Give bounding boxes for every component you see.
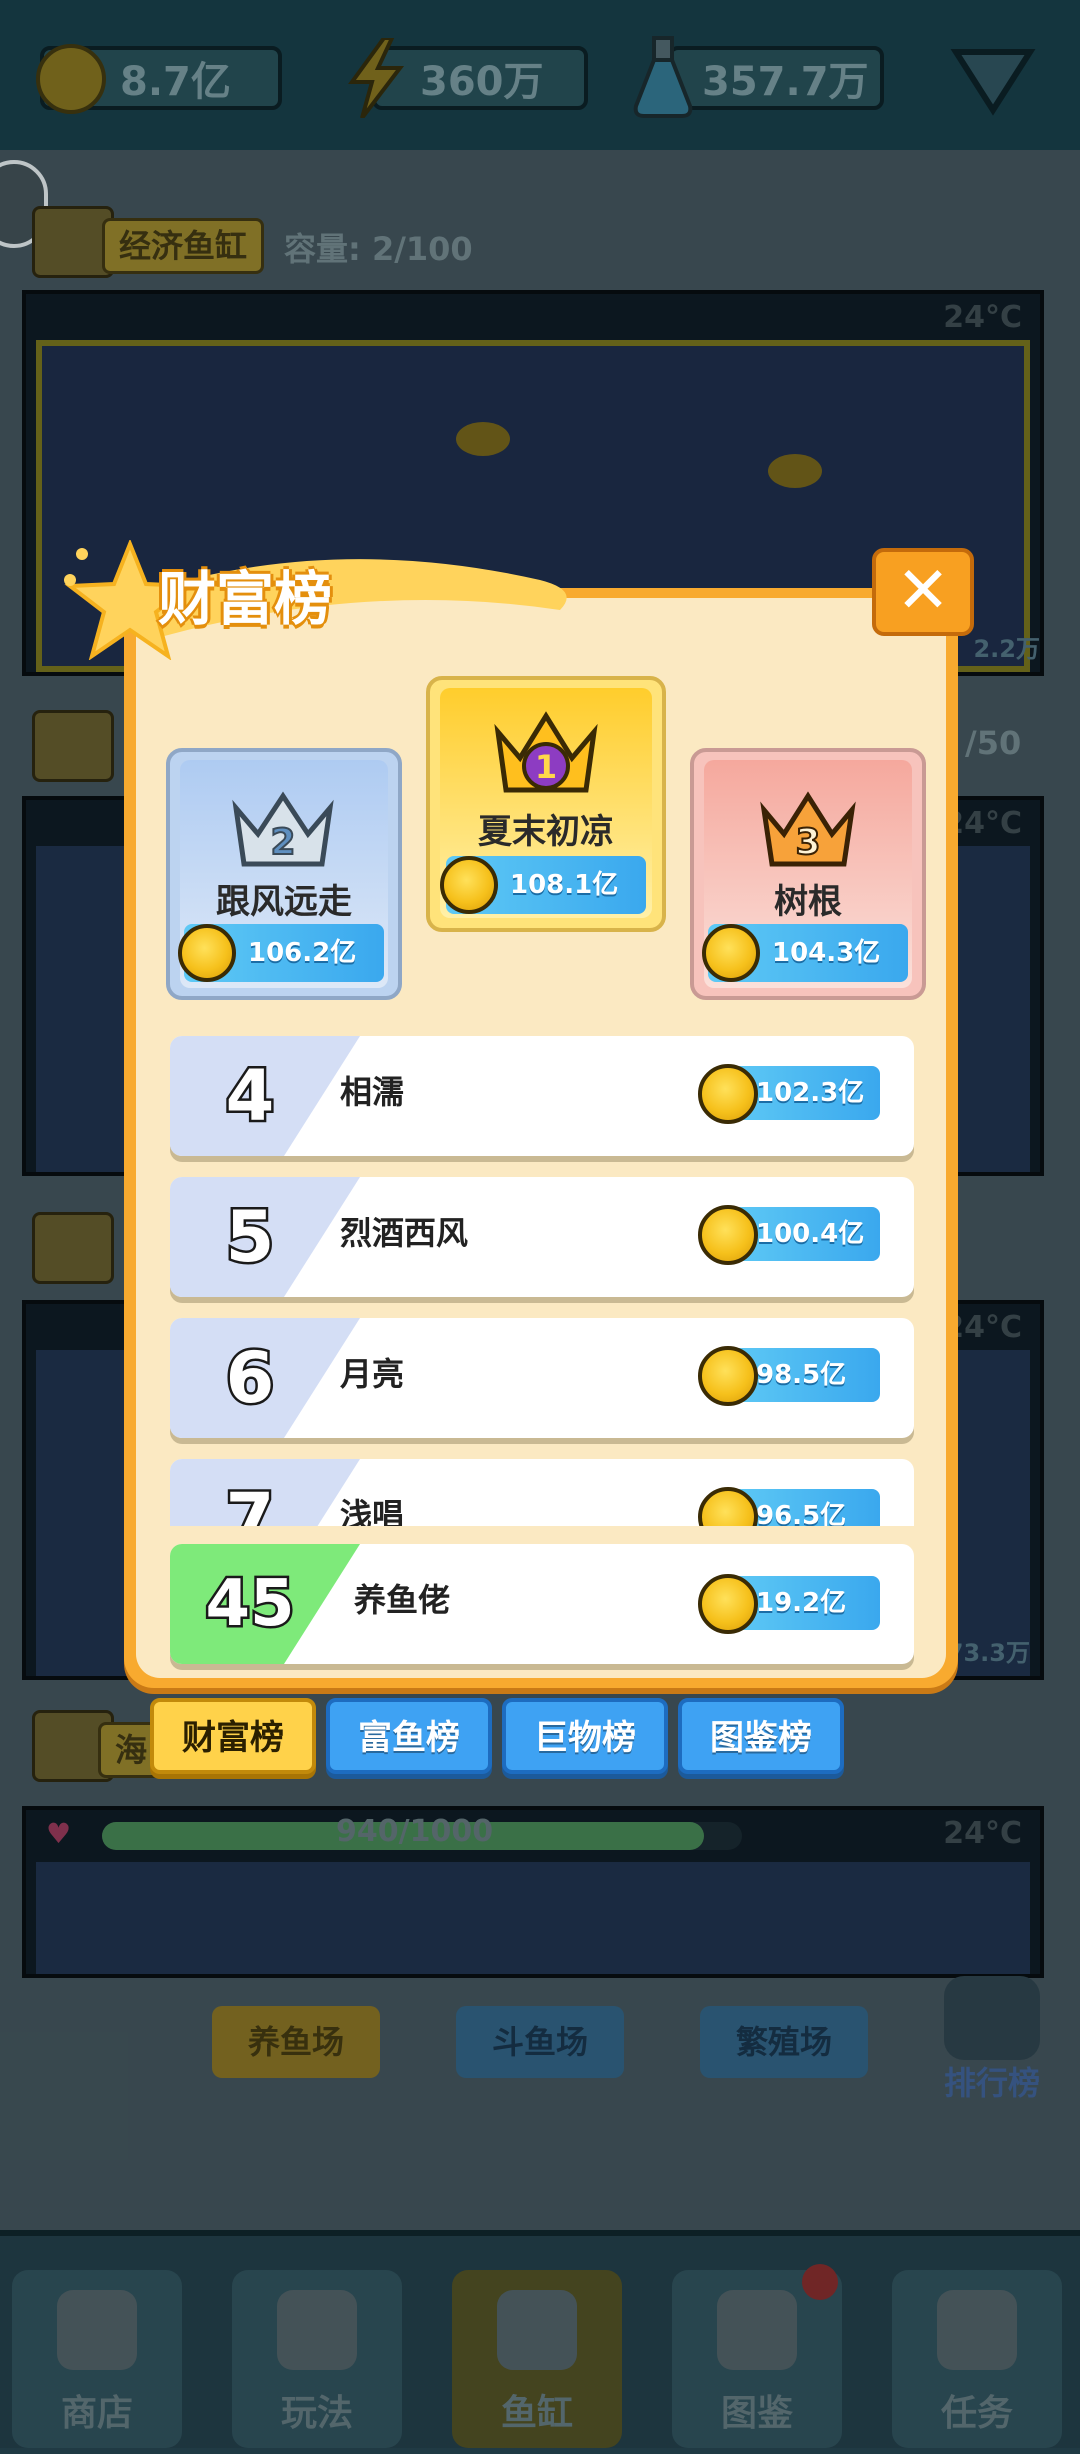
silver-crown-icon: 2: [232, 791, 334, 867]
coin-icon: [702, 924, 760, 982]
podium-rank-3[interactable]: 3 树根 104.3亿: [690, 748, 926, 1000]
rank-number: 45: [203, 1565, 297, 1644]
player-value: 96.5亿: [756, 1501, 847, 1526]
podium-value: 108.1亿: [510, 870, 619, 900]
rank-number: 7: [223, 1476, 277, 1527]
podium-name: 树根: [774, 882, 842, 922]
coin-icon: [698, 1574, 758, 1634]
podium-value: 104.3亿: [772, 938, 881, 968]
coin-icon: [698, 1205, 758, 1265]
player-value: 19.2亿: [756, 1588, 847, 1618]
player-name: 相濡: [340, 1073, 405, 1111]
player-name: 烈酒西风: [340, 1214, 469, 1252]
list-item[interactable]: 4 相濡 102.3亿: [170, 1036, 914, 1156]
tab-wealth[interactable]: 财富榜: [150, 1698, 316, 1774]
player-name: 月亮: [340, 1355, 405, 1393]
podium-rank-2[interactable]: 2 跟风远走 106.2亿: [166, 748, 402, 1000]
close-button[interactable]: ✕: [872, 548, 974, 636]
coin-icon: [178, 924, 236, 982]
gold-crown-icon: 1: [494, 711, 598, 793]
tab-rich-fish[interactable]: 富鱼榜: [326, 1698, 492, 1774]
podium-value-bar: 106.2亿: [178, 924, 384, 982]
player-value: 102.3亿: [756, 1078, 865, 1108]
list-item[interactable]: 6 月亮 98.5亿: [170, 1318, 914, 1438]
svg-text:2: 2: [270, 822, 295, 863]
player-value: 100.4亿: [756, 1219, 865, 1249]
coin-icon: [440, 856, 498, 914]
bronze-crown-icon: 3: [760, 791, 856, 867]
tab-giant[interactable]: 巨物榜: [502, 1698, 668, 1774]
ranking-list[interactable]: 4 相濡 102.3亿 5 烈酒西风 100.4亿 6 月亮 98.5亿 7 浅…: [160, 1030, 930, 1526]
my-rank-row[interactable]: 45 养鱼佬 19.2亿: [170, 1544, 914, 1664]
svg-text:3: 3: [795, 822, 820, 863]
modal-title: 财富榜: [158, 565, 333, 633]
player-name: 浅唱: [340, 1496, 405, 1526]
coin-icon: [698, 1064, 758, 1124]
player-value: 98.5亿: [756, 1360, 847, 1390]
podium-name: 跟风远走: [216, 882, 352, 922]
rank-number: 5: [223, 1194, 277, 1281]
player-name: 养鱼佬: [354, 1581, 451, 1619]
podium-name: 夏末初凉: [478, 812, 614, 852]
rank-number: 6: [223, 1335, 277, 1422]
podium-rank-1[interactable]: 1 夏末初凉 108.1亿: [426, 676, 666, 932]
podium-value-bar: 108.1亿: [440, 856, 646, 914]
podium-value-bar: 104.3亿: [702, 924, 908, 982]
rank-number: 4: [223, 1053, 277, 1140]
list-item[interactable]: 7 浅唱 96.5亿: [170, 1459, 914, 1526]
svg-text:1: 1: [535, 748, 557, 786]
list-item[interactable]: 5 烈酒西风 100.4亿: [170, 1177, 914, 1297]
podium-value: 106.2亿: [248, 938, 357, 968]
coin-icon: [698, 1346, 758, 1406]
tab-collection[interactable]: 图鉴榜: [678, 1698, 844, 1774]
